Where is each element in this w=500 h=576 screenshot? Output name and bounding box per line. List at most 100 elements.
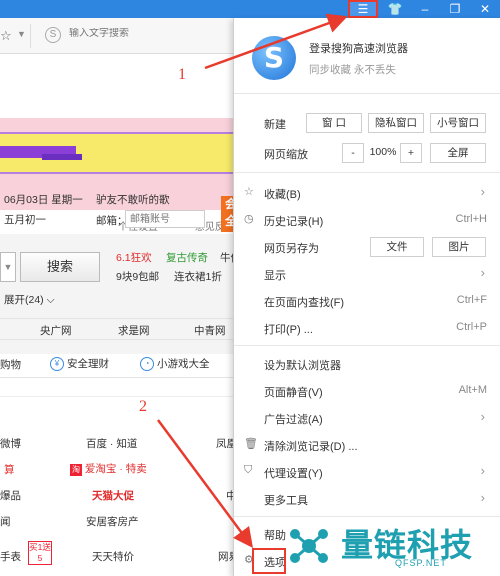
trash-icon: 🗑 <box>244 438 258 450</box>
close-button[interactable]: ✕ <box>470 0 500 18</box>
link-item[interactable]: 天天特价 <box>92 549 134 564</box>
menu-item-label: 代理设置(Y) <box>264 468 323 480</box>
menu-divider <box>234 172 500 173</box>
clock-icon: ◷ <box>244 213 254 225</box>
search-input[interactable] <box>69 28 219 39</box>
close-icon: ✕ <box>479 2 491 16</box>
login-subtitle: 同步收藏 永不丢失 <box>309 64 396 76</box>
menu-item-label: 显示 <box>264 270 286 282</box>
search-engine-dropdown[interactable]: ▼ <box>0 252 16 282</box>
song-link[interactable]: 驴友不敢听的歌 <box>96 192 170 207</box>
chevron-right-icon: › <box>480 184 485 199</box>
zoom-label: 网页缩放 <box>264 149 308 161</box>
link-item[interactable]: 闻 <box>0 514 11 529</box>
menu-new-row: 新建 窗 口 隐私窗口 小号窗口 <box>234 110 500 136</box>
menu-divider <box>234 345 500 346</box>
menu-item-proxy[interactable]: ⛉ 代理设置(Y) › <box>234 459 500 485</box>
menu-item-more-tools[interactable]: 更多工具 › <box>234 486 500 512</box>
menu-item-mute[interactable]: 页面静音(V) Alt+M <box>234 378 500 404</box>
menu-item-adblock[interactable]: 广告过滤(A) › <box>234 405 500 431</box>
menu-item-history[interactable]: ◷ 历史记录(H) Ctrl+H <box>234 207 500 233</box>
save-file-button[interactable]: 文件 <box>370 237 424 257</box>
link-item[interactable]: 算 <box>4 462 15 477</box>
link-item[interactable]: 百度 · 知道 <box>86 436 137 451</box>
menu-item-favorites[interactable]: ☆ 收藏(B) › <box>234 180 500 206</box>
menu-item-shortcut: Alt+M <box>458 384 487 396</box>
link-item[interactable]: 天猫大促 <box>92 488 134 503</box>
promo-link[interactable]: 连衣裙1折 <box>174 269 222 284</box>
menu-item-label: 在页面内查找(F) <box>264 297 345 309</box>
restore-button[interactable]: ❐ <box>440 0 470 18</box>
link-item[interactable]: 安居客房产 <box>86 514 139 529</box>
star-icon: ☆ <box>244 186 254 198</box>
nav-link[interactable]: 央广网 <box>40 323 72 338</box>
menu-item-label: 广告过滤(A) <box>264 414 323 426</box>
nav-link[interactable]: 求是网 <box>118 323 150 338</box>
menu-item-clear-history[interactable]: 🗑 清除浏览记录(D) ... <box>234 432 500 458</box>
menu-item-shortcut: Ctrl+P <box>456 321 487 333</box>
menu-item-save-as: 网页另存为 文件 图片 <box>234 234 500 260</box>
small-window-button[interactable]: 小号窗口 <box>430 113 486 133</box>
search-button[interactable]: 搜索 <box>20 252 100 282</box>
annotation-step-2: 2 <box>139 398 147 415</box>
fullscreen-button[interactable]: 全屏 <box>430 143 486 163</box>
favorite-star-icon[interactable]: ☆ <box>0 28 12 44</box>
menu-item-label: 清除浏览记录(D) ... <box>264 441 358 453</box>
shortcut-games[interactable]: ◔ 小游戏大全 <box>140 356 210 372</box>
menu-item-set-default[interactable]: 设为默认浏览器 <box>234 351 500 377</box>
shirt-icon: 👕 <box>387 2 403 16</box>
title-bar: ☰ 👕 – ❐ ✕ <box>0 0 500 18</box>
menu-item-label: 更多工具 <box>264 495 308 507</box>
chevron-down-icon[interactable]: ▼ <box>17 29 26 39</box>
shield-icon: ⛉ <box>244 464 253 476</box>
menu-item-display[interactable]: 显示 › <box>234 261 500 287</box>
link-item[interactable]: 淘 爱淘宝 · 特卖 <box>70 461 147 476</box>
private-window-button[interactable]: 隐私窗口 <box>368 113 424 133</box>
sogou-search-icon: S <box>45 27 61 43</box>
chevron-right-icon: › <box>480 490 485 505</box>
watermark: 量链科技 QFSP.NET <box>283 518 500 576</box>
chevron-right-icon: › <box>480 463 485 478</box>
email-label: 邮箱： <box>96 215 128 227</box>
email-field[interactable] <box>125 210 205 228</box>
shortcut-shopping[interactable]: 购物 <box>0 357 21 372</box>
link-item[interactable]: 微博 <box>0 436 21 451</box>
menu-item-find[interactable]: 在页面内查找(F) Ctrl+F <box>234 288 500 314</box>
date-text: 06月03日 星期一 <box>4 194 83 206</box>
save-image-button[interactable]: 图片 <box>432 237 486 257</box>
skin-button[interactable]: 👕 <box>380 0 410 18</box>
expand-button[interactable]: 展开(24) ⌵ <box>4 292 55 307</box>
lunar-date-text: 五月初一 <box>4 214 46 226</box>
search-box[interactable]: S <box>30 24 232 48</box>
menu-item-shortcut: Ctrl+F <box>456 294 487 306</box>
chevron-right-icon: › <box>480 409 485 424</box>
link-item[interactable]: 手表 <box>0 549 21 564</box>
promo-link[interactable]: 复古传奇 <box>166 250 208 265</box>
banner-stripe <box>0 132 240 174</box>
login-title[interactable]: 登录搜狗高速浏览器 <box>309 40 408 56</box>
login-section[interactable]: 登录搜狗高速浏览器 同步收藏 永不丢失 <box>234 18 500 94</box>
menu-zoom-row: 网页缩放 - 100% + 全屏 <box>234 140 500 166</box>
watermark-subtext: QFSP.NET <box>395 558 447 568</box>
menu-item-label: 设为默认浏览器 <box>264 360 341 372</box>
zoom-out-button[interactable]: - <box>342 143 364 163</box>
expand-label: 展开(24) <box>4 294 44 306</box>
link-item[interactable]: 爆品 <box>0 488 21 503</box>
zoom-in-button[interactable]: + <box>400 143 422 163</box>
new-window-button[interactable]: 窗 口 <box>306 113 362 133</box>
menu-item-label: 网页另存为 <box>264 243 319 255</box>
nav-link[interactable]: 中青网 <box>194 323 226 338</box>
hamburger-icon: ☰ <box>357 2 369 16</box>
shield-icon: ¥ <box>50 357 64 372</box>
promo-link[interactable]: 6.1狂欢 <box>116 250 152 265</box>
promo-link[interactable]: 9块9包邮 <box>116 269 159 284</box>
divider <box>0 396 240 397</box>
shortcut-finance[interactable]: ¥ 安全理财 <box>50 356 109 372</box>
chevron-right-icon: › <box>480 265 485 280</box>
sogou-logo-icon <box>252 36 296 80</box>
menu-button[interactable]: ☰ <box>348 0 378 18</box>
shortcut-row: 购物 ¥ 安全理财 ◔ 小游戏大全 <box>0 350 240 378</box>
menu-item-print[interactable]: 打印(P) ... Ctrl+P <box>234 315 500 341</box>
minimize-button[interactable]: – <box>410 0 440 18</box>
menu-divider <box>234 516 500 517</box>
